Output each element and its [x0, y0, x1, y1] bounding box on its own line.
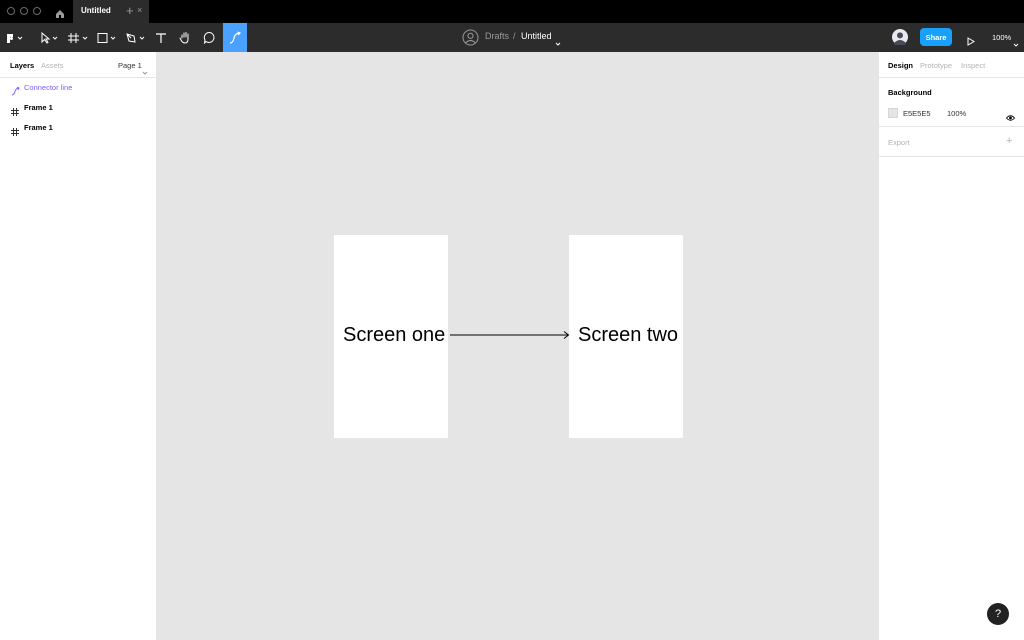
user-avatar[interactable]: [892, 29, 908, 50]
connector-tool-button[interactable]: [223, 23, 247, 52]
layer-label: Frame 1: [24, 123, 53, 132]
properties-panel-header: Design Prototype Inspect: [879, 52, 1024, 78]
hand-tool-button[interactable]: [175, 23, 195, 52]
chevron-down-icon[interactable]: [555, 34, 561, 52]
breadcrumb-separator: /: [513, 31, 516, 41]
comment-tool-button[interactable]: [199, 23, 219, 52]
frame-tool-button[interactable]: [64, 23, 92, 52]
add-export-icon[interactable]: +: [1006, 135, 1012, 147]
layer-frame-1[interactable]: Frame 1: [0, 97, 156, 117]
breadcrumb-file-name[interactable]: Untitled: [521, 31, 552, 41]
breadcrumb-project[interactable]: Drafts: [485, 31, 509, 41]
play-icon[interactable]: [967, 33, 975, 51]
layers-panel: Layers Assets Page 1 Connector line Fram…: [0, 52, 157, 640]
export-section: Export +: [879, 127, 1024, 157]
home-icon[interactable]: [55, 6, 65, 18]
layer-label: Frame 1: [24, 103, 53, 112]
text-tool-button[interactable]: [151, 23, 171, 52]
comment-tool-icon: [203, 31, 216, 44]
background-color-swatch[interactable]: [888, 108, 898, 118]
team-avatar-icon[interactable]: [462, 29, 479, 51]
layers-panel-header: Layers Assets Page 1: [0, 52, 156, 78]
properties-panel: Design Prototype Inspect Background E5E5…: [878, 52, 1024, 640]
frame-tool-icon: [67, 32, 89, 44]
tab-prototype[interactable]: Prototype: [920, 61, 952, 70]
eye-icon[interactable]: [1005, 109, 1016, 127]
minimize-window-button[interactable]: [20, 7, 28, 15]
close-tab-icon[interactable]: ×: [137, 5, 142, 15]
pen-tool-button[interactable]: [122, 23, 150, 52]
toolbar: Drafts / Untitled Share 100%: [0, 23, 1024, 52]
frame-text-screen-two[interactable]: Screen two: [578, 324, 678, 347]
frame-text-screen-one[interactable]: Screen one: [343, 324, 445, 347]
canvas[interactable]: Screen one Screen two: [157, 52, 878, 640]
background-heading: Background: [888, 88, 932, 97]
hand-tool-icon: [179, 31, 192, 44]
close-window-button[interactable]: [7, 7, 15, 15]
title-bar: Untitled × +: [0, 0, 1024, 23]
file-tab-label: Untitled: [81, 6, 111, 15]
main-menu-icon: [6, 33, 24, 43]
background-hex-input[interactable]: E5E5E5: [903, 109, 931, 118]
layer-label: Connector line: [24, 83, 73, 92]
tab-layers[interactable]: Layers: [10, 61, 34, 70]
layer-connector-line[interactable]: Connector line: [0, 77, 156, 97]
tab-design[interactable]: Design: [888, 61, 913, 70]
tab-assets[interactable]: Assets: [41, 61, 64, 70]
text-tool-icon: [155, 32, 167, 44]
page-selector[interactable]: Page 1: [118, 61, 142, 70]
pen-tool-icon: [125, 32, 147, 44]
export-heading: Export: [888, 138, 910, 147]
background-opacity-input[interactable]: 100%: [947, 109, 966, 118]
zoom-chevron-down-icon[interactable]: [1013, 35, 1019, 53]
move-tool-icon: [37, 31, 59, 44]
share-button[interactable]: Share: [920, 28, 952, 46]
shape-tool-icon: [96, 32, 118, 44]
main-menu-button[interactable]: [3, 23, 27, 52]
connector-tool-icon: [228, 30, 242, 45]
layer-frame-1[interactable]: Frame 1: [0, 117, 156, 137]
file-tab[interactable]: Untitled ×: [73, 0, 149, 23]
frame-layer-icon: [11, 123, 19, 141]
new-tab-icon[interactable]: +: [126, 3, 134, 18]
shape-tool-button[interactable]: [93, 23, 121, 52]
help-button[interactable]: ?: [987, 603, 1009, 625]
background-section: Background E5E5E5 100%: [879, 78, 1024, 127]
tab-inspect[interactable]: Inspect: [961, 61, 985, 70]
zoom-window-button[interactable]: [33, 7, 41, 15]
move-tool-button[interactable]: [34, 23, 62, 52]
zoom-level[interactable]: 100%: [992, 33, 1011, 42]
connector-line-arrow[interactable]: [449, 330, 571, 340]
